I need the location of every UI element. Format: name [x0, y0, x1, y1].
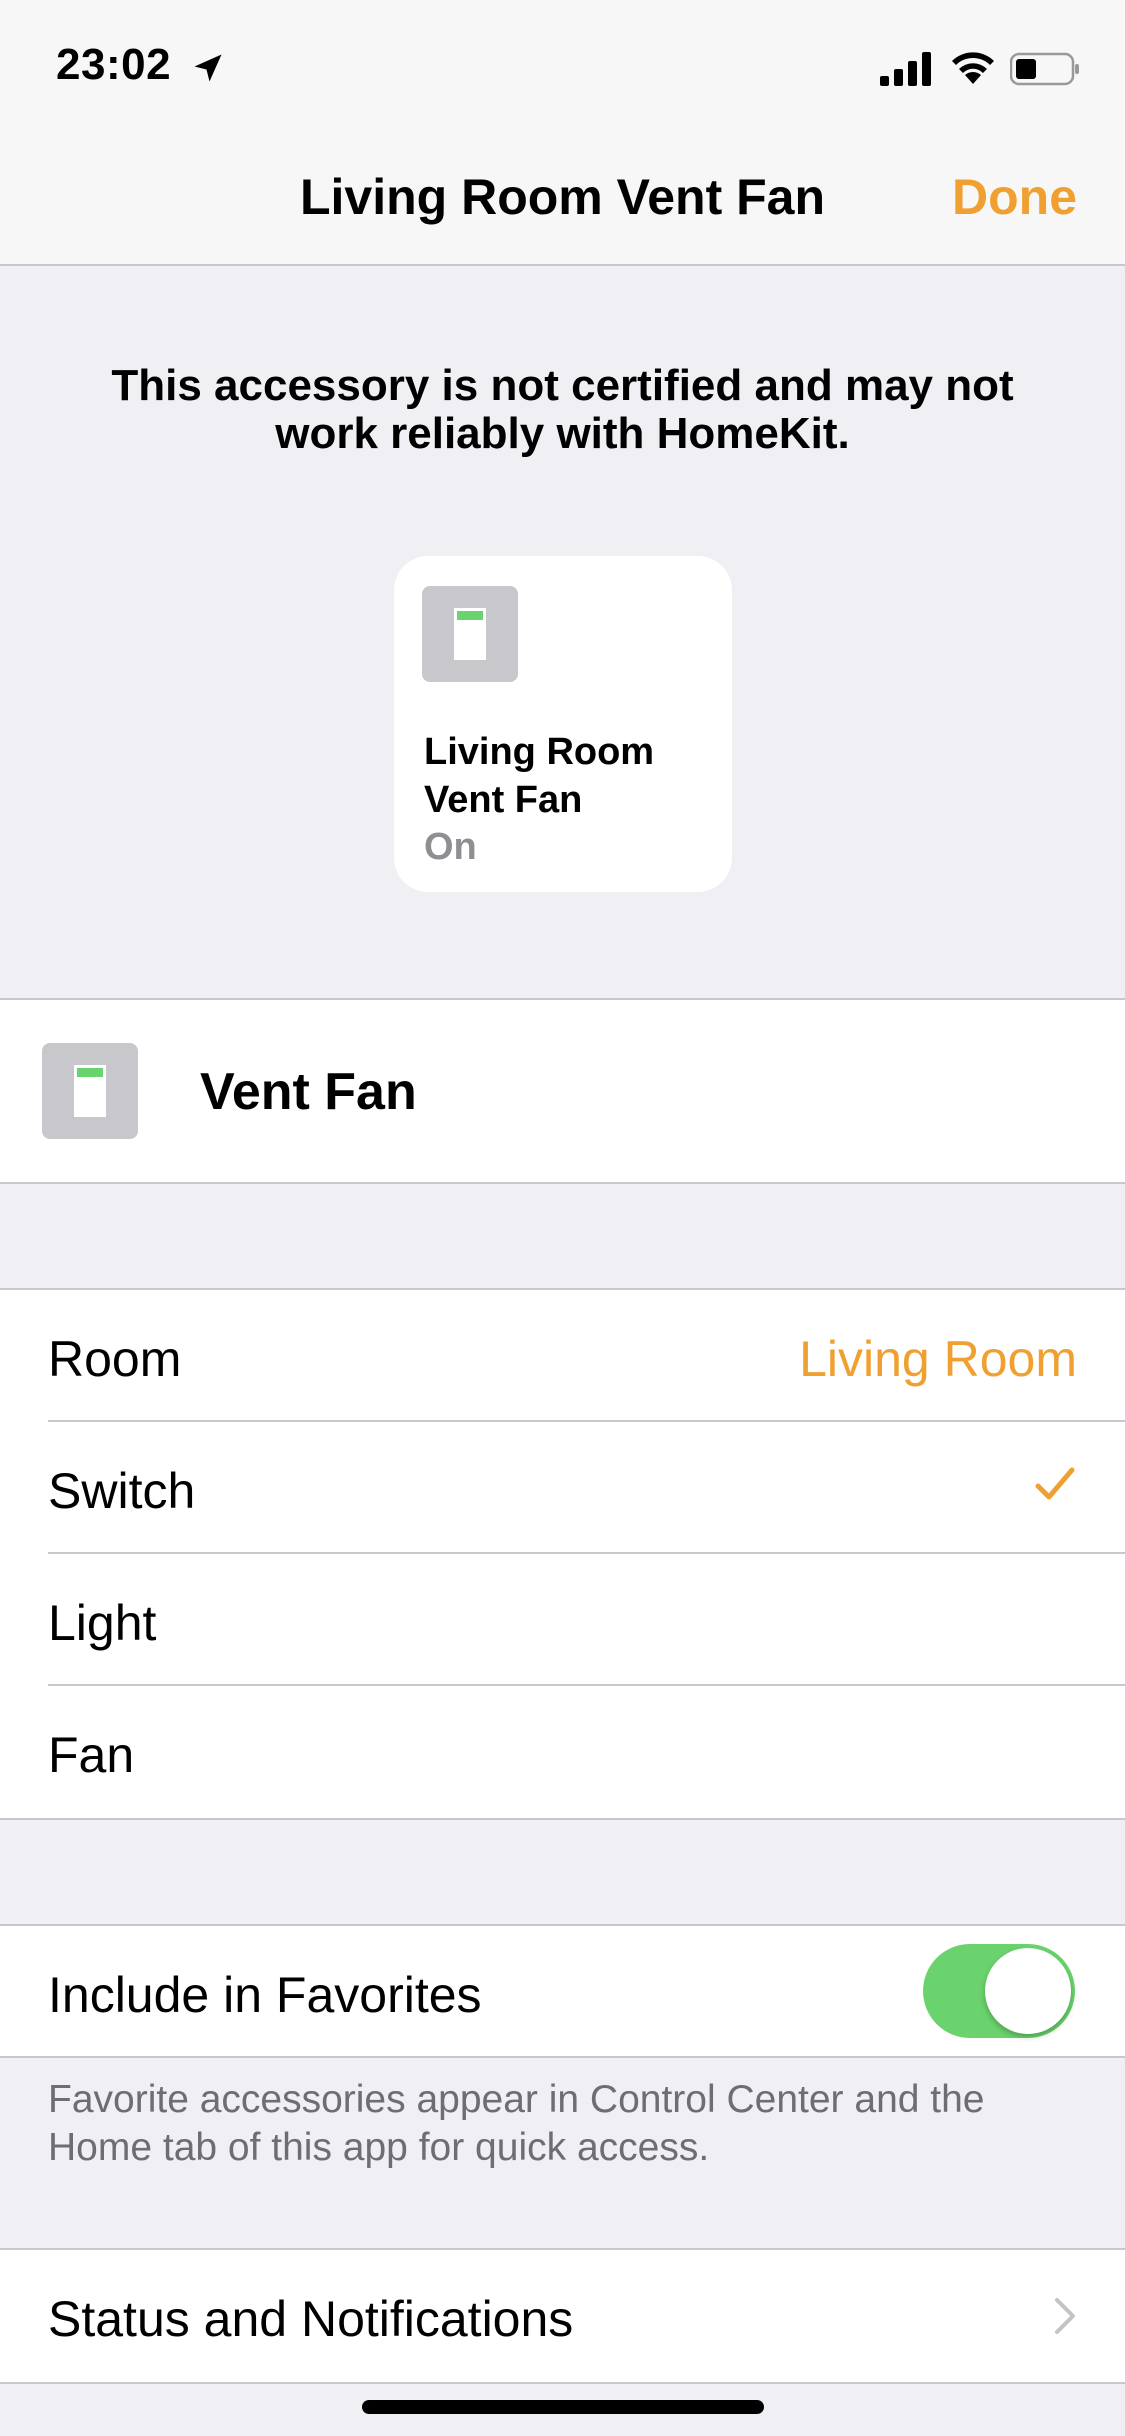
- location-arrow-icon: [194, 54, 222, 82]
- wifi-icon: [952, 52, 994, 84]
- type-option-label: Switch: [48, 1463, 196, 1519]
- type-option-label: Light: [48, 1595, 157, 1651]
- favorites-row: Include in Favorites: [0, 1924, 1125, 2058]
- type-option-fan[interactable]: Fan: [0, 1686, 1125, 1818]
- checkmark-icon: [1035, 1467, 1075, 1500]
- battery-icon: [1010, 52, 1079, 86]
- accessory-name: Vent Fan: [200, 1063, 417, 1121]
- accessory-header: Vent Fan: [0, 998, 1125, 1184]
- done-button[interactable]: Done: [952, 168, 1077, 226]
- favorites-footnote: Favorite accessories appear in Control C…: [48, 2078, 985, 2169]
- favorites-label: Include in Favorites: [48, 1967, 482, 2023]
- room-value: Living Room: [799, 1331, 1077, 1387]
- navigation-bar: 23:02 Living Room Vent Fan Done: [0, 0, 1125, 266]
- toggle-knob: [985, 1948, 1071, 2034]
- chevron-right-icon: [1055, 2298, 1075, 2334]
- room-label: Room: [48, 1331, 182, 1387]
- status-notifications-row[interactable]: Status and Notifications: [0, 2248, 1125, 2384]
- switch-icon: [42, 1043, 138, 1139]
- room-row[interactable]: Room Living Room: [0, 1290, 1125, 1422]
- switch-icon: [422, 586, 518, 682]
- favorites-toggle[interactable]: [923, 1944, 1075, 2038]
- type-option-light[interactable]: Light: [0, 1554, 1125, 1686]
- settings-list: Room Living Room Switch Light Fan: [0, 1288, 1125, 1820]
- status-time: 23:02: [56, 40, 172, 89]
- home-indicator[interactable]: [362, 2400, 764, 2414]
- cellular-signal-icon: [880, 52, 931, 86]
- type-option-label: Fan: [48, 1727, 135, 1783]
- accessory-tile[interactable]: Living Room Vent Fan On: [394, 556, 732, 892]
- tile-status: On: [424, 826, 477, 868]
- status-notifications-label: Status and Notifications: [48, 2291, 574, 2347]
- certification-warning: This accessory is not certified and may …: [111, 361, 1014, 458]
- tile-name: Living Room Vent Fan: [424, 731, 655, 821]
- type-option-switch[interactable]: Switch: [0, 1422, 1125, 1554]
